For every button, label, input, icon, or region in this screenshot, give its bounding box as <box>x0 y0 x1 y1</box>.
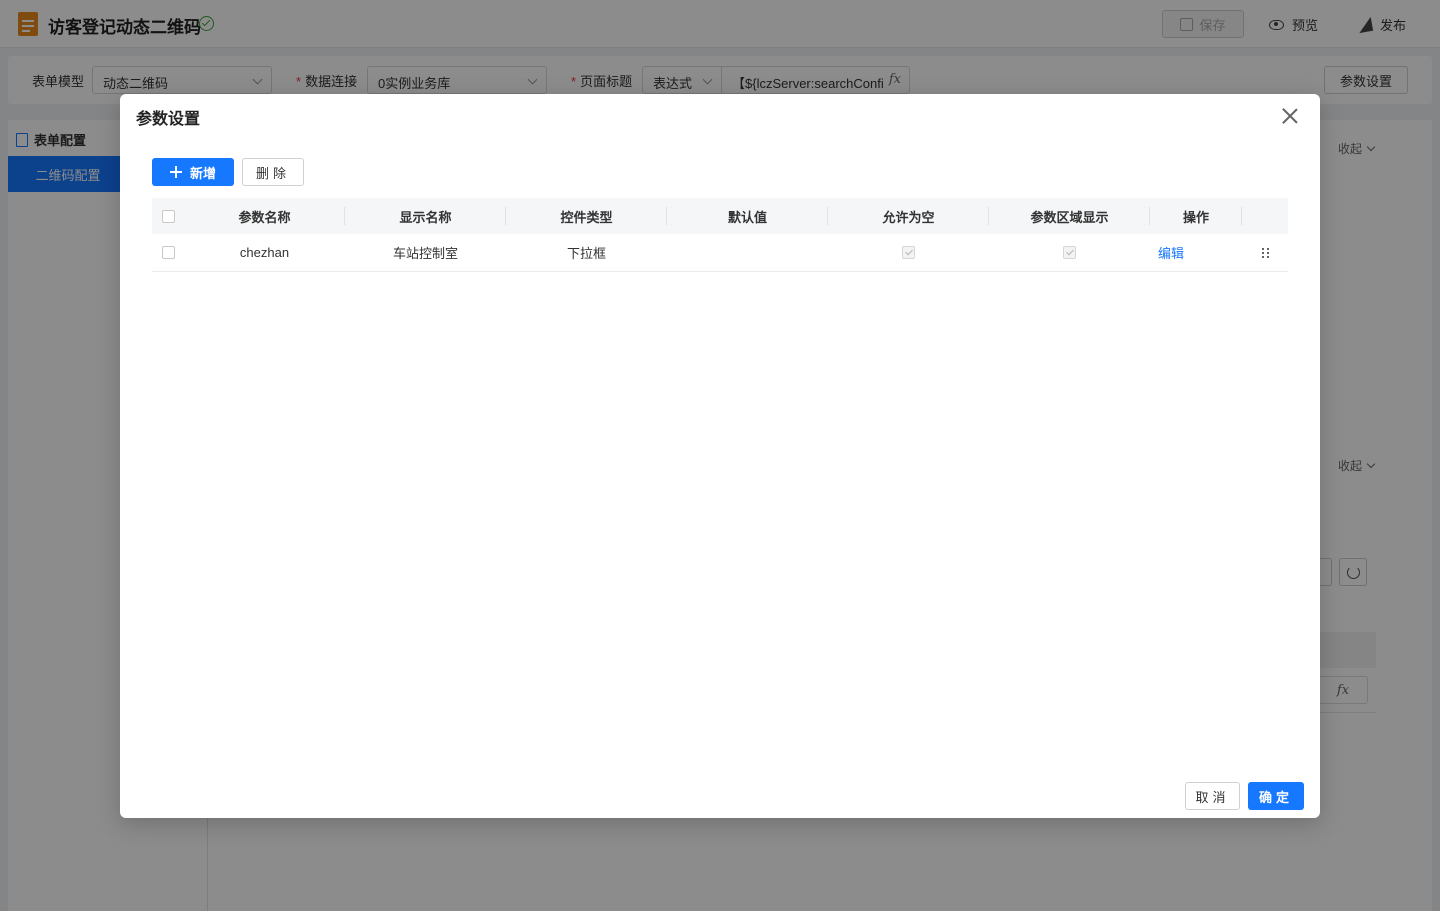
allow-empty-checkbox <box>902 246 915 259</box>
param-name-cell: chezhan <box>239 245 290 260</box>
edit-link[interactable]: 编辑 <box>1150 234 1192 271</box>
select-all-cell <box>152 198 184 234</box>
row-checkbox[interactable] <box>161 246 175 259</box>
close-icon[interactable] <box>1282 108 1298 124</box>
plus-icon <box>169 166 182 178</box>
modal-title: 参数设置 <box>136 111 201 128</box>
edit-link-label[interactable]: 编辑 <box>1158 243 1184 262</box>
show-in-area-checkbox <box>1063 246 1076 259</box>
col-param-name[interactable]: 参数名称 <box>184 198 345 234</box>
add-label: 新增 <box>189 165 216 181</box>
drag-handle[interactable] <box>1242 234 1288 271</box>
col-default-value[interactable]: 默认值 <box>667 198 828 234</box>
confirm-button[interactable]: 确定 <box>1248 782 1304 810</box>
row-select-cell <box>152 234 184 271</box>
cancel-button[interactable]: 取消 <box>1185 782 1240 810</box>
param-settings-modal: 参数设置 新增 删除 参数名称 显示名称 控件类型 默认值 允许为空 参数区域显… <box>120 94 1320 818</box>
select-all-checkbox[interactable] <box>161 209 175 223</box>
display-name-cell: 车站控制室 <box>392 246 458 261</box>
col-control-type[interactable]: 控件类型 <box>506 198 667 234</box>
delete-button[interactable]: 删除 <box>242 158 304 186</box>
params-table: 参数名称 显示名称 控件类型 默认值 允许为空 参数区域显示 操作 chezha… <box>152 198 1288 272</box>
allow-empty-cell <box>828 234 989 271</box>
table-header: 参数名称 显示名称 控件类型 默认值 允许为空 参数区域显示 操作 <box>152 198 1288 234</box>
table-row[interactable]: chezhan 车站控制室 下拉框 编辑 <box>152 234 1288 272</box>
drag-handle-icon[interactable] <box>1261 247 1269 258</box>
col-display-name[interactable]: 显示名称 <box>345 198 506 234</box>
col-allow-empty[interactable]: 允许为空 <box>828 198 989 234</box>
col-show-in-area[interactable]: 参数区域显示 <box>989 198 1150 234</box>
add-button[interactable]: 新增 <box>152 158 234 186</box>
default-value-cell <box>667 234 828 271</box>
col-actions: 操作 <box>1150 198 1242 234</box>
control-type-cell: 下拉框 <box>566 246 606 261</box>
show-in-area-cell <box>989 234 1150 271</box>
